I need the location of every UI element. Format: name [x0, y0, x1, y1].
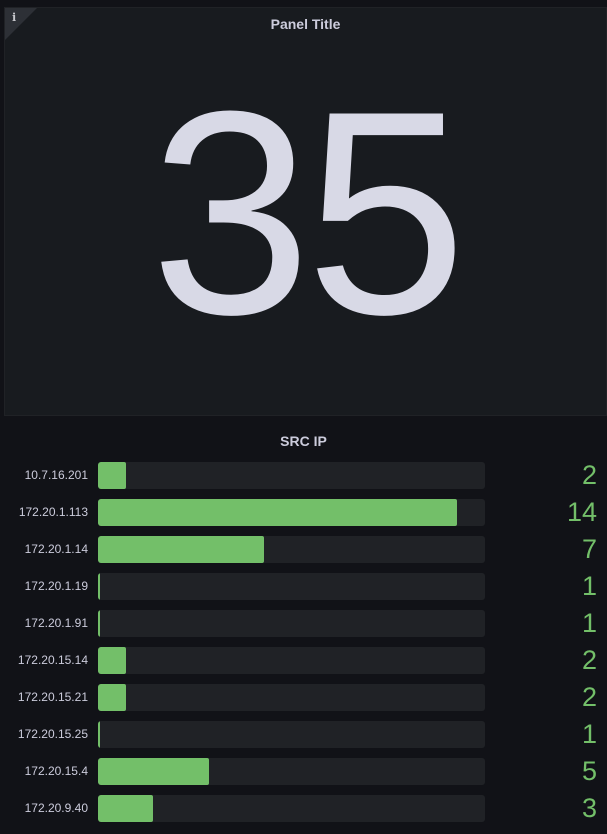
- bar-fill: [98, 758, 209, 785]
- bar-row: 172.20.15.14 2: [0, 646, 607, 674]
- bar-track: [98, 573, 485, 600]
- bar-value: 2: [581, 682, 597, 712]
- bar-row: 172.20.9.40 3: [0, 794, 607, 822]
- panel-title[interactable]: Panel Title: [5, 16, 606, 32]
- bar-label: 172.20.1.19: [24, 579, 88, 593]
- bar-track: [98, 462, 485, 489]
- bar-fill: [98, 499, 457, 526]
- bar-fill: [98, 795, 153, 822]
- bar-fill: [98, 462, 126, 489]
- bar-fill: [98, 721, 100, 748]
- bar-value: 2: [581, 645, 597, 675]
- bar-label: 172.20.1.113: [18, 505, 88, 519]
- bar-row: 10.7.16.201 2: [0, 461, 607, 489]
- stat-value: 35: [150, 51, 467, 375]
- bar-row: 172.20.1.14 7: [0, 535, 607, 563]
- bar-row: 172.20.1.19 1: [0, 572, 607, 600]
- bar-label: 172.20.15.4: [24, 764, 88, 778]
- bar-track: [98, 536, 485, 563]
- bar-row: 172.20.15.4 5: [0, 757, 607, 785]
- bar-track: [98, 721, 485, 748]
- bar-label: 172.20.9.40: [24, 801, 88, 815]
- bar-value: 3: [581, 793, 597, 823]
- bar-track: [98, 758, 485, 785]
- bar-label: 172.20.15.14: [17, 653, 88, 667]
- bar-fill: [98, 536, 264, 563]
- bar-track: [98, 647, 485, 674]
- bar-track: [98, 795, 485, 822]
- bar-fill: [98, 573, 100, 600]
- bar-panel-title[interactable]: SRC IP: [0, 433, 607, 449]
- bar-label: 10.7.16.201: [24, 468, 88, 482]
- bar-track: [98, 684, 485, 711]
- bar-value: 2: [581, 460, 597, 490]
- bar-row: 172.20.15.21 2: [0, 683, 607, 711]
- bar-row: 172.20.15.25 1: [0, 720, 607, 748]
- bar-track: [98, 499, 485, 526]
- bar-label: 172.20.1.91: [24, 616, 88, 630]
- bar-track: [98, 610, 485, 637]
- bar-fill: [98, 684, 126, 711]
- bar-value: 7: [581, 534, 597, 564]
- bar-value: 5: [581, 756, 597, 786]
- stat-panel: i Panel Title 35: [4, 7, 607, 416]
- bar-row: 172.20.1.113 14: [0, 498, 607, 526]
- bar-label: 172.20.1.14: [24, 542, 88, 556]
- bar-value: 1: [581, 608, 597, 638]
- bar-label: 172.20.15.21: [17, 690, 88, 704]
- bar-label: 172.20.15.25: [17, 727, 88, 741]
- bar-value: 1: [581, 719, 597, 749]
- bar-value: 1: [581, 571, 597, 601]
- bar-value: 14: [566, 497, 597, 527]
- bar-row: 172.20.1.91 1: [0, 609, 607, 637]
- bar-fill: [98, 610, 100, 637]
- bar-fill: [98, 647, 126, 674]
